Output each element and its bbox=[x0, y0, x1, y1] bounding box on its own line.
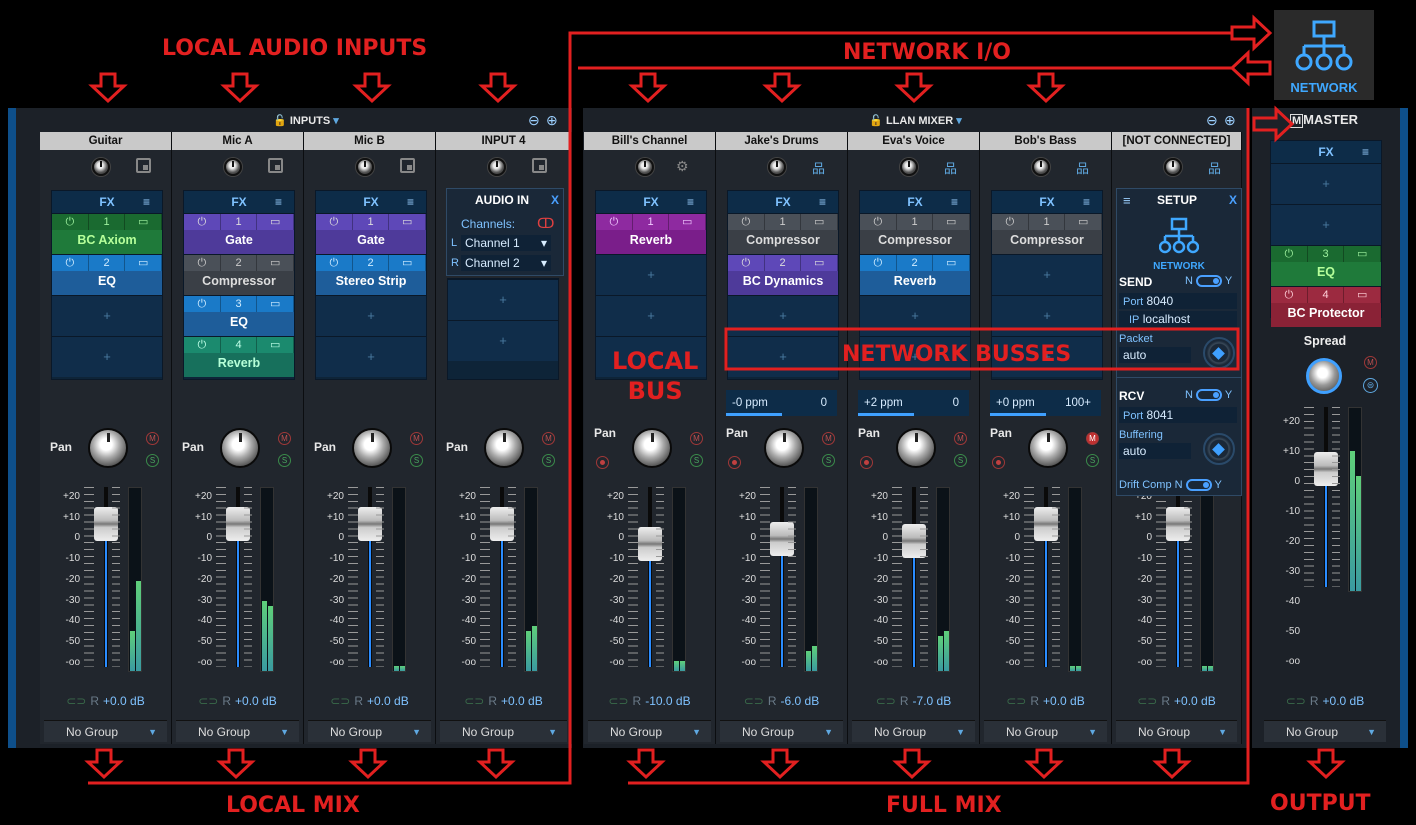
down-arrow bbox=[1024, 748, 1064, 780]
down-arrow bbox=[626, 748, 666, 780]
routing-line bbox=[628, 108, 1250, 785]
down-arrow bbox=[1152, 748, 1192, 780]
down-arrow bbox=[478, 72, 518, 104]
down-arrow bbox=[84, 748, 124, 780]
down-arrow bbox=[628, 72, 668, 104]
down-arrow bbox=[476, 748, 516, 780]
annotation-local-bus: LOCAL BUS bbox=[612, 347, 699, 405]
down-arrow bbox=[762, 72, 802, 104]
annotation-network-busses: NETWORK BUSSES bbox=[842, 342, 1072, 367]
side-arrow bbox=[1229, 49, 1272, 87]
down-arrow bbox=[760, 748, 800, 780]
down-arrow bbox=[1026, 72, 1066, 104]
down-arrow bbox=[216, 748, 256, 780]
down-arrow bbox=[348, 748, 388, 780]
side-arrow bbox=[1230, 14, 1273, 52]
down-arrow bbox=[88, 72, 128, 104]
side-arrow bbox=[1252, 105, 1295, 143]
routing-overlay bbox=[84, 14, 1346, 785]
down-arrow bbox=[1306, 748, 1346, 780]
down-arrow bbox=[892, 748, 932, 780]
down-arrow bbox=[894, 72, 934, 104]
down-arrow bbox=[352, 72, 392, 104]
down-arrow bbox=[220, 72, 260, 104]
routing-line bbox=[88, 31, 1232, 785]
